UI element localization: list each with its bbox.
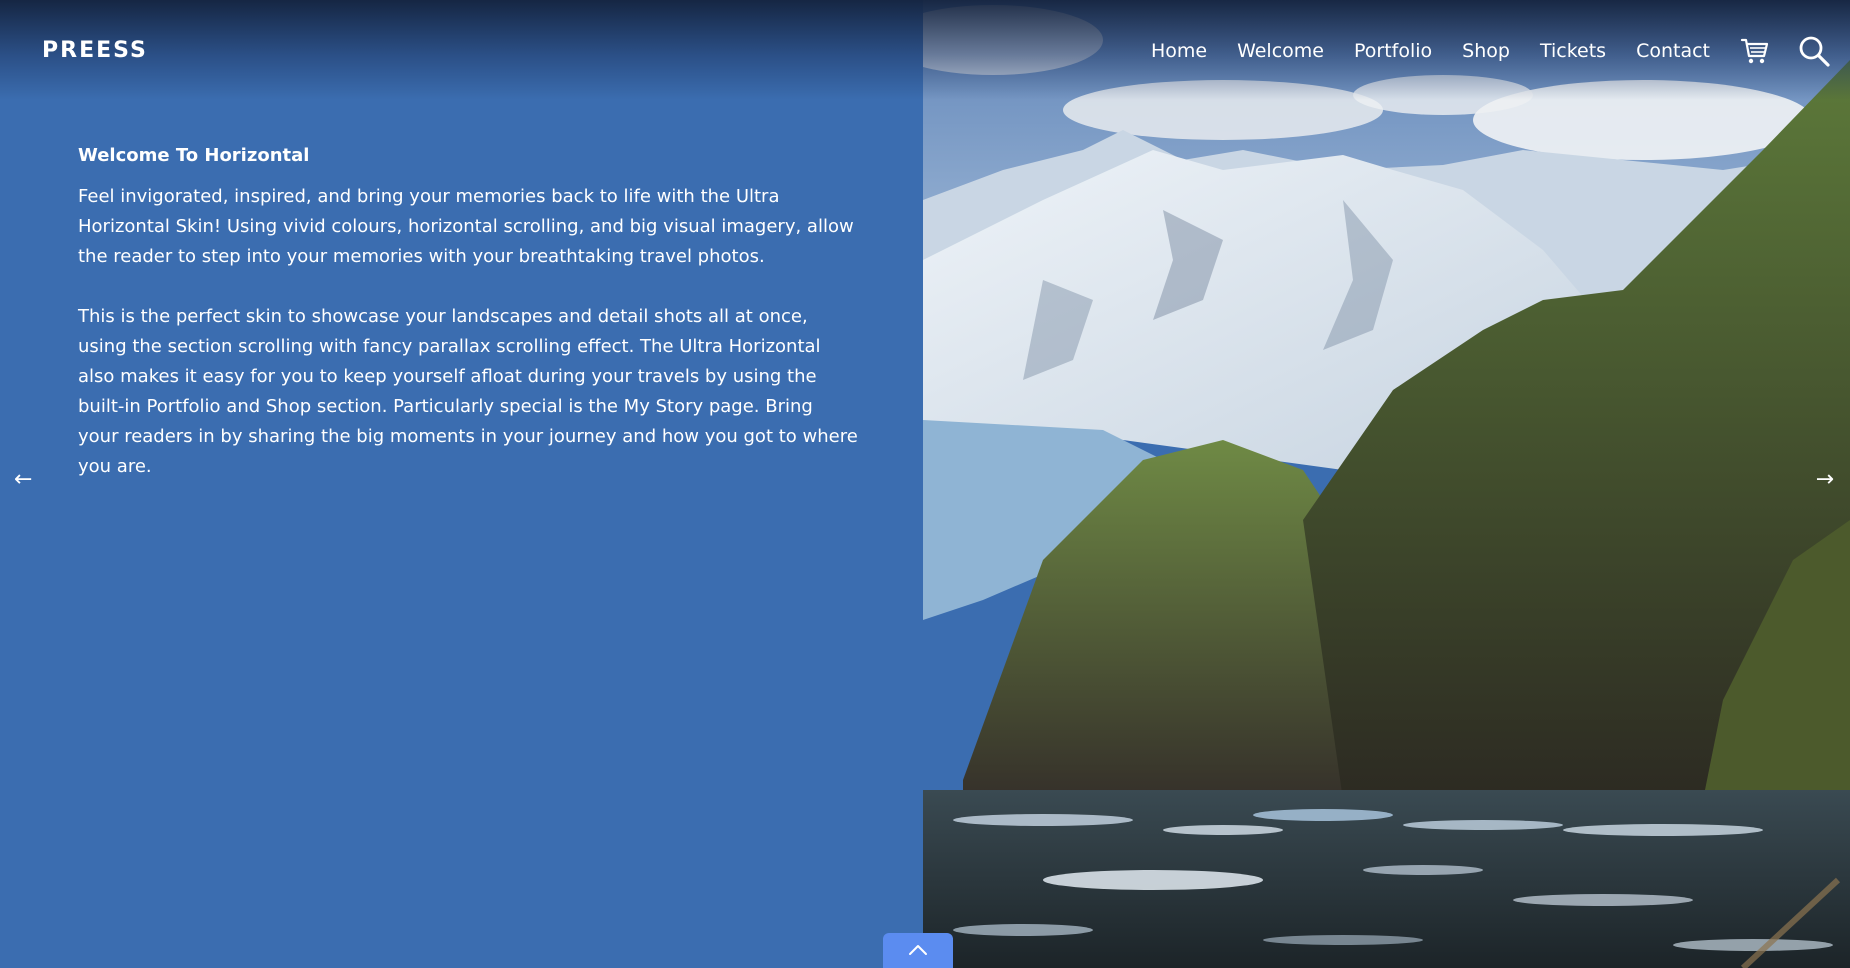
welcome-section: Welcome To Horizontal Feel invigorated, … [78,145,858,512]
page: PREESS Home Welcome Portfolio Shop Ticke… [0,0,1850,968]
nav-item-welcome[interactable]: Welcome [1237,40,1324,62]
landscape-photo [923,0,1850,968]
detail-paragraph: This is the perfect skin to showcase you… [78,306,858,477]
cart-icon[interactable] [1740,36,1770,66]
nav-item-tickets[interactable]: Tickets [1540,40,1606,62]
nav-item-home[interactable]: Home [1151,40,1207,62]
search-icon[interactable] [1798,35,1830,67]
site-logo[interactable]: PREESS [42,38,148,63]
nav-item-contact[interactable]: Contact [1636,40,1710,62]
scroll-to-top-button[interactable] [883,933,953,968]
prev-arrow-icon[interactable]: ← [14,465,32,495]
next-arrow-icon[interactable]: → [1816,465,1834,495]
nav-item-portfolio[interactable]: Portfolio [1354,40,1432,62]
chevron-up-icon [908,941,928,960]
nav-item-shop[interactable]: Shop [1462,40,1510,62]
section-heading: Welcome To Horizontal [78,145,310,166]
main-nav: Home Welcome Portfolio Shop Tickets Cont… [1151,35,1850,67]
intro-paragraph: Feel invigorated, inspired, and bring yo… [78,186,854,267]
